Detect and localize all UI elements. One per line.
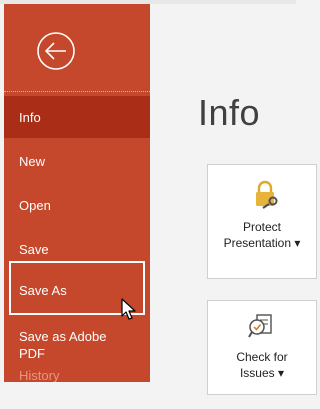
sidebar-item-info[interactable]: Info xyxy=(4,96,150,138)
check-for-issues-label: Check for Issues ▾ xyxy=(236,350,288,380)
sidebar-item-label: Info xyxy=(19,109,41,125)
sidebar-item-new[interactable]: New xyxy=(4,140,150,182)
backstage-sidebar: Info New Open Save Save As Save as Adobe… xyxy=(4,4,150,383)
mouse-pointer-icon xyxy=(121,298,136,320)
lock-key-icon xyxy=(256,180,278,209)
back-button[interactable] xyxy=(33,28,79,74)
sidebar-item-label: Save xyxy=(19,241,49,257)
protect-presentation-label: Protect Presentation ▾ xyxy=(223,220,301,250)
back-arrow-icon xyxy=(37,32,75,70)
sidebar-item-label: Save as Adobe xyxy=(19,329,107,344)
sidebar-item-label: Open xyxy=(19,197,51,213)
page-title: Info xyxy=(198,92,261,133)
sidebar-item-label: History xyxy=(19,367,60,383)
inspect-document-icon xyxy=(248,314,272,338)
sidebar-item-open[interactable]: Open xyxy=(4,184,150,226)
sidebar-divider xyxy=(4,91,150,92)
bottom-edge xyxy=(0,382,150,409)
protect-presentation-button[interactable]: Protect Presentation ▾ xyxy=(207,164,317,279)
info-pane: Info Protect Presentation ▾ Check for Is… xyxy=(150,4,317,409)
check-for-issues-button[interactable]: Check for Issues ▾ xyxy=(207,300,317,395)
sidebar-item-label: New xyxy=(19,153,46,169)
